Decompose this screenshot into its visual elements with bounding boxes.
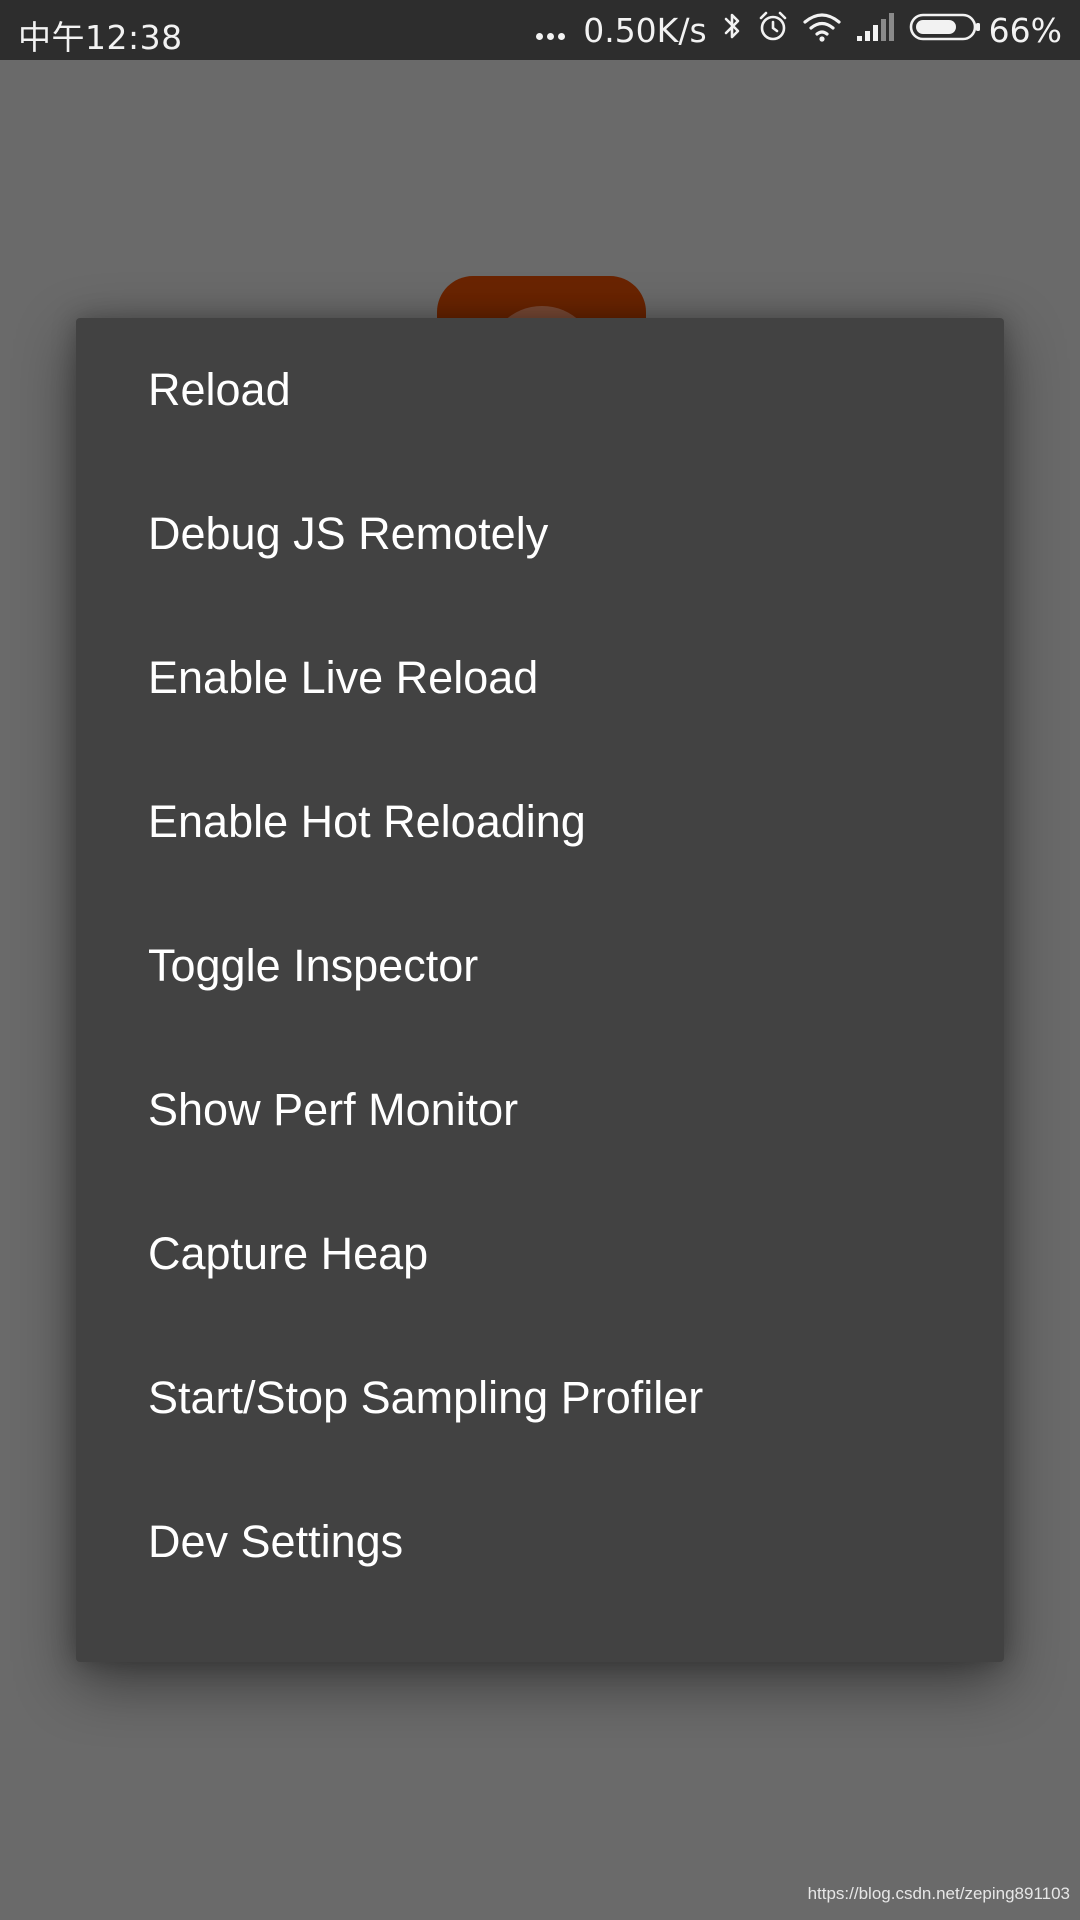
menu-item-enable-live-reload[interactable]: Enable Live Reload [76,606,1004,750]
signal-icon [855,11,895,50]
menu-item-sampling-profiler[interactable]: Start/Stop Sampling Profiler [76,1326,1004,1470]
status-time: 中午12:38 [18,18,183,57]
status-bar: 中午12:38 0.50K/s 66% [0,0,1080,60]
menu-item-reload[interactable]: Reload [76,318,1004,462]
menu-item-show-perf-monitor[interactable]: Show Perf Monitor [76,1038,1004,1182]
battery-percent: 66% [988,10,1062,50]
network-speed: 0.50K/s [583,10,707,50]
dev-menu-dialog: Reload Debug JS Remotely Enable Live Rel… [76,318,1004,1662]
alarm-clock-icon [757,10,789,50]
bluetooth-icon [721,10,743,50]
menu-item-enable-hot-reloading[interactable]: Enable Hot Reloading [76,750,1004,894]
battery-icon [909,11,981,50]
menu-item-toggle-inspector[interactable]: Toggle Inspector [76,894,1004,1038]
menu-item-capture-heap[interactable]: Capture Heap [76,1182,1004,1326]
wifi-icon [803,11,841,50]
menu-item-debug-js-remotely[interactable]: Debug JS Remotely [76,462,1004,606]
status-icons: 0.50K/s 66% [522,0,1062,60]
watermark: https://blog.csdn.net/zeping891103 [807,1884,1070,1903]
more-dots-icon [536,0,569,60]
menu-item-dev-settings[interactable]: Dev Settings [76,1470,1004,1614]
